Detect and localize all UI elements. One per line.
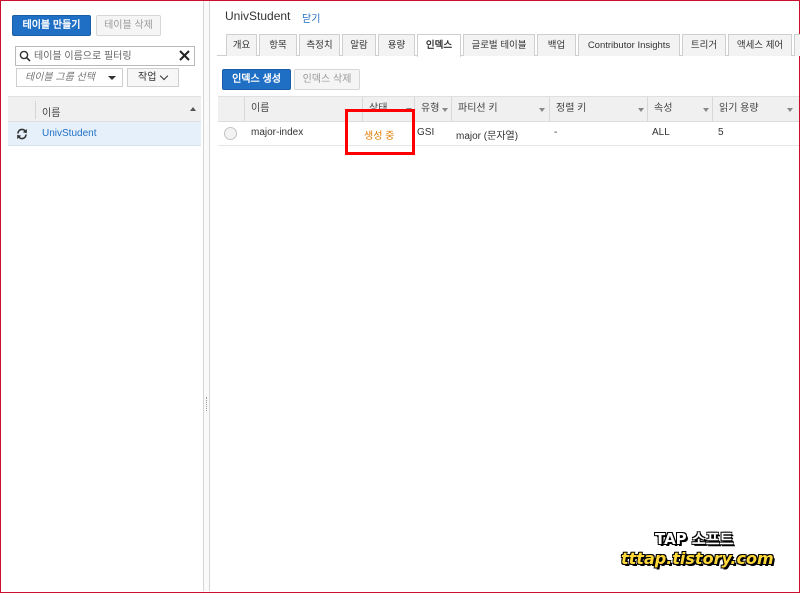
column-header-read-capacity[interactable]: 읽기 용량 <box>713 97 799 122</box>
row-select-radio[interactable] <box>224 127 237 140</box>
close-link[interactable]: 닫기 <box>302 10 320 25</box>
index-name: major-index <box>251 127 304 138</box>
tab-metrics[interactable]: 측정치 <box>299 34 340 56</box>
column-header-partition-key[interactable]: 파티션 키 <box>452 97 550 122</box>
create-index-button[interactable]: 인덱스 생성 <box>222 69 291 90</box>
watermark-url: tttap.tistory.com <box>621 549 774 568</box>
tab-indexes[interactable]: 인덱스 <box>417 34 461 57</box>
table-group-select[interactable]: 테이블 그룹 선택 <box>16 68 123 87</box>
create-table-button[interactable]: 테이블 만들기 <box>12 15 91 36</box>
tab-overview[interactable]: 개요 <box>226 34 257 56</box>
table-filter-input[interactable] <box>34 48 174 64</box>
search-icon <box>19 50 31 62</box>
index-read-capacity: 5 <box>718 127 724 138</box>
tab-contributor-insights[interactable]: Contributor Insights <box>578 34 680 56</box>
table-list-panel: 테이블 만들기 테이블 삭제 테이블 그룹 선택 작업 이름 UnivStude <box>1 1 203 591</box>
table-name-link[interactable]: UnivStudent <box>42 128 96 139</box>
delete-table-button[interactable]: 테이블 삭제 <box>96 15 161 36</box>
page-title: UnivStudent <box>225 9 291 23</box>
watermark-title: TAP 소프트 <box>655 530 734 548</box>
tab-backups[interactable]: 백업 <box>537 34 576 56</box>
index-attributes: ALL <box>652 127 670 138</box>
actions-button-label: 작업 <box>138 72 157 83</box>
index-partition-key: major (문자열) <box>456 131 519 142</box>
status-highlight-box <box>345 109 415 155</box>
sort-caret-icon <box>703 108 709 112</box>
sort-caret-icon <box>539 108 545 112</box>
sort-caret-icon <box>442 108 448 112</box>
pane-splitter[interactable] <box>203 1 210 591</box>
index-type: GSI <box>417 127 435 138</box>
column-header-label: 정렬 키 <box>556 103 587 114</box>
actions-button[interactable]: 작업 <box>127 68 179 87</box>
column-header-label: 읽기 용량 <box>719 103 759 114</box>
tab-bar: 개요 항목 측정치 알람 용량 인덱스 글로벌 테이블 백업 Contribut… <box>217 34 800 57</box>
tab-global-tables[interactable]: 글로벌 테이블 <box>463 34 535 56</box>
table-list-item[interactable]: UnivStudent <box>8 122 201 146</box>
tab-triggers[interactable]: 트리거 <box>682 34 726 56</box>
table-row[interactable]: major-index 생성 중 GSI major (문자열) - ALL 5 <box>218 122 799 146</box>
close-icon[interactable] <box>178 49 191 62</box>
chevron-down-icon <box>159 71 169 81</box>
tab-overflow[interactable] <box>794 34 800 56</box>
sort-ascending-icon[interactable] <box>190 107 196 111</box>
table-list-header: 이름 <box>8 96 201 122</box>
column-divider <box>35 101 36 119</box>
table-filter <box>15 46 195 66</box>
tab-alarms[interactable]: 알람 <box>342 34 376 56</box>
sort-caret-icon <box>638 108 644 112</box>
tab-capacity[interactable]: 용량 <box>378 34 415 56</box>
drag-handle-icon[interactable] <box>206 397 207 411</box>
index-sort-key: - <box>554 127 558 138</box>
column-header-label: 파티션 키 <box>458 103 498 114</box>
tab-items[interactable]: 항목 <box>259 34 297 56</box>
refresh-icon[interactable] <box>16 128 28 140</box>
index-table-header: 이름 상태 유형 파티션 키 정렬 키 속성 읽기 용량 <box>218 96 799 122</box>
table-detail-panel: UnivStudent 닫기 개요 항목 측정치 알람 용량 인덱스 글로벌 테… <box>211 1 800 591</box>
name-column-header[interactable]: 이름 <box>42 104 60 119</box>
column-header-label: 이름 <box>251 103 270 114</box>
column-header-type[interactable]: 유형 <box>415 97 452 122</box>
column-header-sort-key[interactable]: 정렬 키 <box>550 97 648 122</box>
caret-down-icon <box>108 76 116 80</box>
sort-caret-icon <box>787 108 793 112</box>
column-header-attributes[interactable]: 속성 <box>648 97 713 122</box>
column-header-label: 속성 <box>654 103 673 114</box>
column-header-label: 유형 <box>421 103 440 114</box>
select-column-header <box>218 97 245 122</box>
tab-access-control[interactable]: 액세스 제어 <box>728 34 792 56</box>
delete-index-button[interactable]: 인덱스 삭제 <box>294 69 360 90</box>
table-group-select-label: 테이블 그룹 선택 <box>25 72 95 83</box>
